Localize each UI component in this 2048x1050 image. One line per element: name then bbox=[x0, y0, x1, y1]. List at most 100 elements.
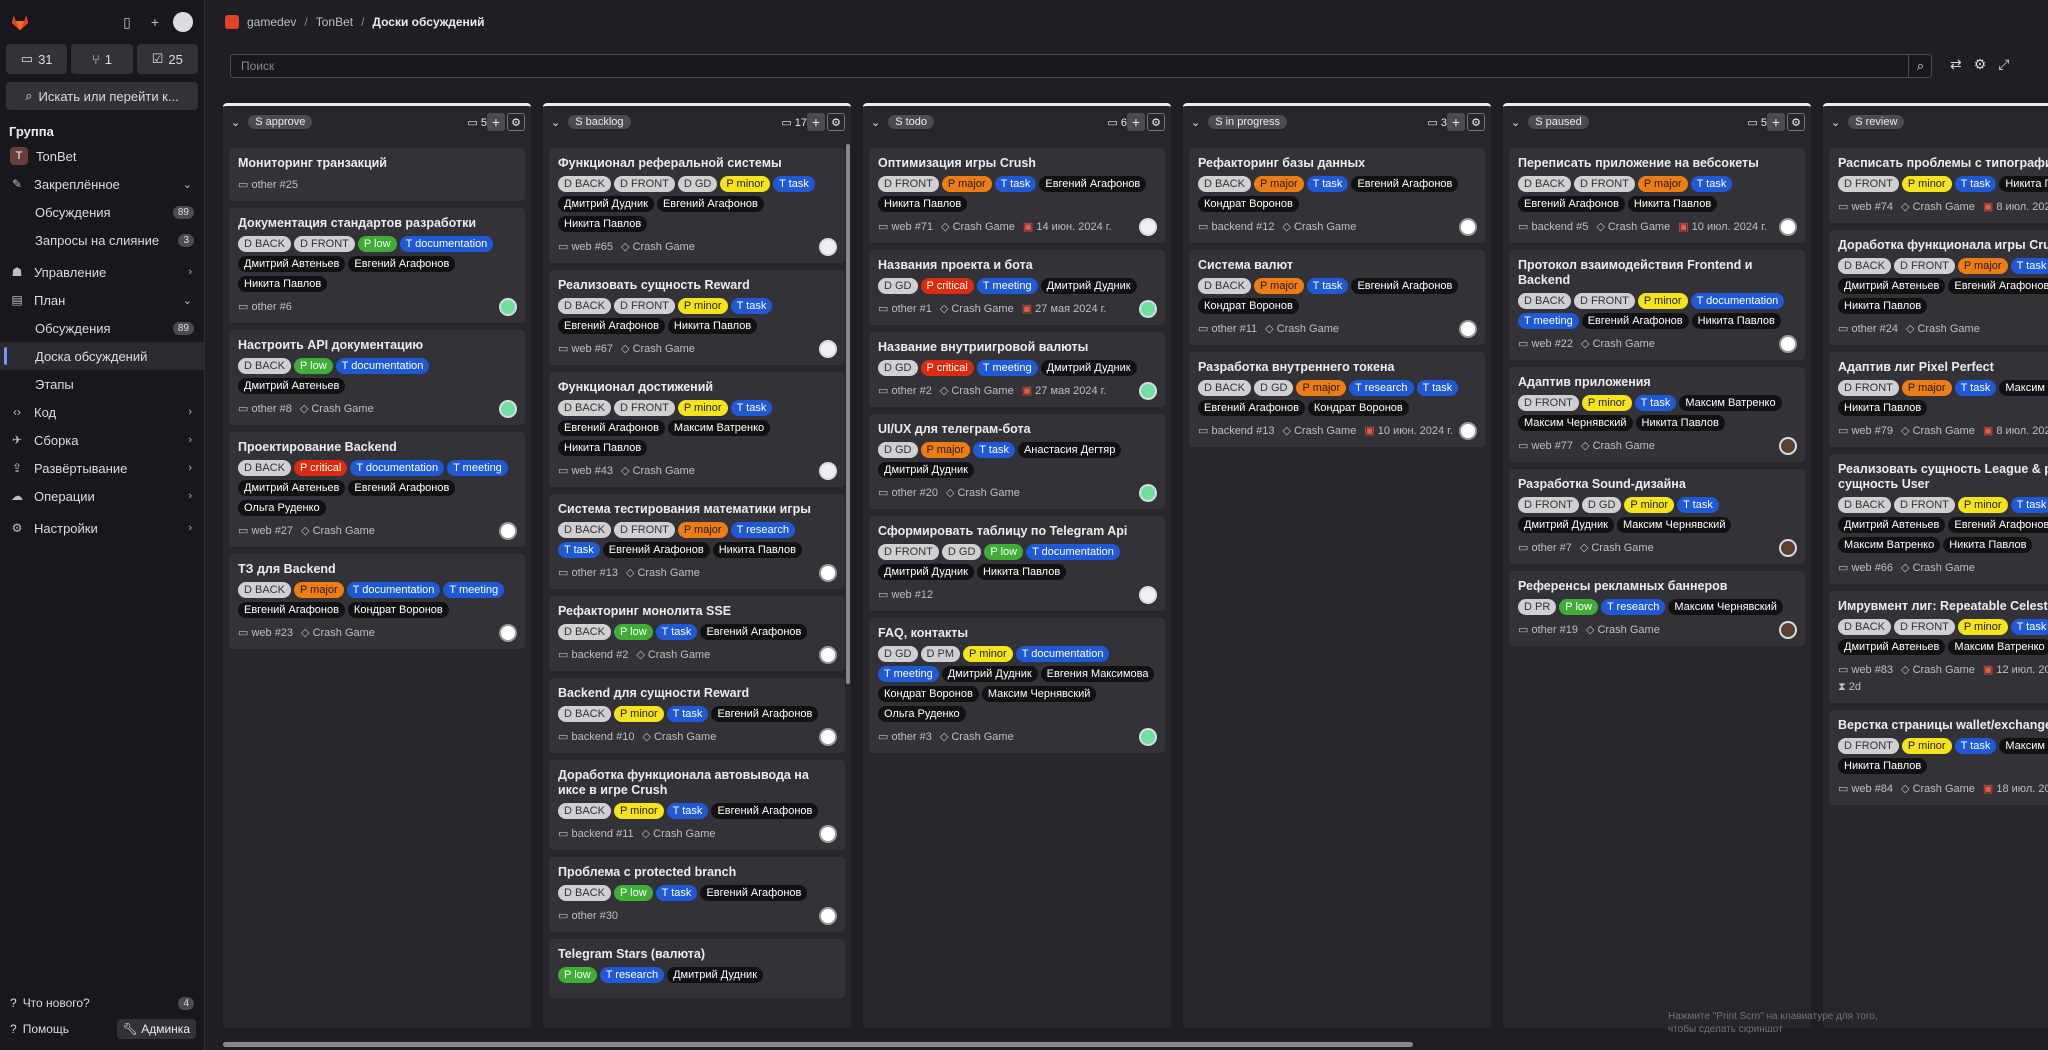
label-badge[interactable]: T task bbox=[666, 803, 709, 819]
label-badge[interactable]: D FRONT bbox=[613, 522, 675, 538]
create-new-icon[interactable]: + bbox=[144, 11, 166, 33]
filter-search-input[interactable]: Поиск bbox=[230, 54, 1932, 78]
label-badge[interactable]: T research bbox=[1349, 380, 1414, 396]
card-title[interactable]: Название внутриигровой валюты bbox=[878, 340, 1156, 355]
label-badge[interactable]: D GD bbox=[878, 646, 918, 662]
add-issue-button[interactable]: + bbox=[807, 113, 825, 131]
sidebar-item-deploy[interactable]: ⇪ Развёртывание › bbox=[0, 454, 204, 482]
label-badge[interactable]: P minor bbox=[1624, 497, 1675, 513]
assignee-chip[interactable]: Никита Павлов bbox=[1999, 176, 2048, 192]
assignee-chip[interactable]: Дмитрий Автеньев bbox=[238, 480, 346, 496]
issue-card[interactable]: Функционал реферальной системы D BACK D FR… bbox=[549, 148, 845, 263]
assignee-chip[interactable]: Никита Павлов bbox=[1635, 415, 1725, 431]
card-title[interactable]: Настроить API документацию bbox=[238, 338, 516, 353]
issue-card[interactable]: Адаптив приложения D FRONT P minor T task Ма… bbox=[1509, 367, 1805, 462]
chevron-down-icon[interactable]: ⌄ bbox=[551, 116, 560, 129]
assignee-avatar[interactable] bbox=[819, 564, 837, 582]
help-link[interactable]: ? Помощь 🔧︎ Админка bbox=[0, 1016, 204, 1042]
column-settings-icon[interactable]: ⚙ bbox=[1467, 113, 1485, 131]
assignee-chip[interactable]: Кондрат Воронов bbox=[347, 602, 449, 618]
sidebar-item-milestones[interactable]: Этапы bbox=[0, 370, 204, 398]
assignee-chip[interactable]: Никита Павлов bbox=[1691, 313, 1781, 329]
assignee-chip[interactable]: Ольга Руденко bbox=[238, 500, 326, 516]
label-badge[interactable]: T task bbox=[994, 176, 1037, 192]
issue-card[interactable]: Протокол взаимодействия Frontend и Backe… bbox=[1509, 250, 1805, 360]
label-badge[interactable]: D FRONT bbox=[878, 176, 939, 192]
label-badge[interactable]: D BACK bbox=[558, 298, 611, 314]
sidebar-item-pinned[interactable]: ✎ Закреплённое ⌄ bbox=[0, 170, 204, 198]
assignee-avatar[interactable] bbox=[1459, 218, 1477, 236]
label-badge[interactable]: P minor bbox=[1637, 293, 1688, 309]
issue-card[interactable]: Настроить API документацию D BACK P low T d… bbox=[229, 330, 525, 425]
assignee-chip[interactable]: Максим Ватренко bbox=[1679, 395, 1782, 411]
label-badge[interactable]: P minor bbox=[613, 706, 664, 722]
label-badge[interactable]: T task bbox=[1416, 380, 1459, 396]
card-title[interactable]: Оптимизация игры Crush bbox=[878, 156, 1156, 171]
label-badge[interactable]: D FRONT bbox=[613, 400, 675, 416]
mrs-count-button[interactable]: ⑂ 1 bbox=[71, 44, 133, 74]
card-title[interactable]: Система тестирования математики игры bbox=[558, 502, 836, 517]
issue-card[interactable]: Доработка функционала игры Crush D BACK D … bbox=[1829, 230, 2048, 345]
issue-card[interactable]: Сформировать таблицу по Telegram Api D FR… bbox=[869, 516, 1165, 611]
assignee-chip[interactable]: Дмитрий Автеньев bbox=[1838, 278, 1946, 294]
card-title[interactable]: Проектирование Backend bbox=[238, 440, 516, 455]
issue-card[interactable]: Backend для сущности Reward D BACK P minor… bbox=[549, 678, 845, 753]
card-title[interactable]: Имрувмент лиг: Repeatable Celestial bbox=[1838, 599, 2048, 614]
assignee-chip[interactable]: Дмитрий Дудник bbox=[878, 462, 974, 478]
add-issue-button[interactable]: + bbox=[1127, 113, 1145, 131]
assignee-chip[interactable]: Евгений Агафонов bbox=[1351, 278, 1459, 294]
card-title[interactable]: Доработка функционала игры Crush bbox=[1838, 238, 2048, 253]
label-badge[interactable]: D BACK bbox=[1198, 380, 1251, 396]
label-badge[interactable]: P low bbox=[558, 967, 597, 983]
issue-card[interactable]: Реализовать сущность League & рассчёт су… bbox=[1829, 454, 2048, 584]
label-badge[interactable]: D BACK bbox=[238, 460, 291, 476]
board-settings-icon[interactable]: ⚙ bbox=[1974, 56, 1987, 73]
card-title[interactable]: Расписать проблемы с типографикой bbox=[1838, 156, 2048, 171]
label-badge[interactable]: D GD bbox=[1253, 380, 1294, 396]
card-title[interactable]: Переписать приложение на вебсокеты bbox=[1518, 156, 1796, 171]
label-badge[interactable]: P low bbox=[1559, 599, 1598, 615]
issue-card[interactable]: Разработка внутреннего токена D BACK D GD P… bbox=[1189, 352, 1485, 447]
label-badge[interactable]: D BACK bbox=[238, 236, 291, 252]
assignee-chip[interactable]: Кондрат Воронов bbox=[1198, 298, 1299, 314]
assignee-chip[interactable]: Евгений Агафонов bbox=[656, 196, 764, 212]
issue-card[interactable]: Telegram Stars (валюта) P low T research Дм… bbox=[549, 939, 845, 998]
label-badge[interactable]: T task bbox=[558, 542, 600, 558]
assignee-avatar[interactable] bbox=[819, 728, 837, 746]
label-badge[interactable]: D BACK bbox=[1838, 497, 1891, 513]
assignee-avatar[interactable] bbox=[499, 298, 517, 316]
assignee-chip[interactable]: Максим Ватренко bbox=[1838, 537, 1941, 553]
label-badge[interactable]: T task bbox=[730, 298, 773, 314]
assignee-avatar[interactable] bbox=[819, 825, 837, 843]
assignee-chip[interactable]: Дмитрий Дудник bbox=[1040, 360, 1137, 376]
assignee-chip[interactable]: Дмитрий Автеньев bbox=[238, 256, 346, 272]
assignee-chip[interactable]: Никита Павлов bbox=[1838, 400, 1928, 416]
assignee-chip[interactable]: Никита Павлов bbox=[1838, 298, 1928, 314]
label-badge[interactable]: P minor bbox=[720, 176, 771, 192]
assignee-chip[interactable]: Максим Ватренко bbox=[667, 420, 771, 436]
label-badge[interactable]: T task bbox=[2010, 258, 2048, 274]
assignee-avatar[interactable] bbox=[499, 522, 517, 540]
assignee-chip[interactable]: Евгений Агафонов bbox=[1948, 278, 2048, 294]
label-badge[interactable]: P minor bbox=[677, 400, 728, 416]
chevron-down-icon[interactable]: ⌄ bbox=[1831, 116, 1840, 129]
assignee-chip[interactable]: Дмитрий Дудник bbox=[878, 564, 974, 580]
label-badge[interactable]: P minor bbox=[613, 803, 664, 819]
card-title[interactable]: Мониторинг транзакций bbox=[238, 156, 516, 171]
label-badge[interactable]: T documentation bbox=[1026, 544, 1120, 560]
label-badge[interactable]: D BACK bbox=[1518, 176, 1571, 192]
card-title[interactable]: FAQ, контакты bbox=[878, 626, 1156, 641]
assignee-chip[interactable]: Никита Павлов bbox=[1627, 196, 1718, 212]
breadcrumb-current[interactable]: Доски обсуждений bbox=[372, 15, 484, 29]
assignee-chip[interactable]: Максим Ватренко bbox=[1999, 380, 2048, 396]
label-badge[interactable]: T task bbox=[2010, 619, 2048, 635]
label-badge[interactable]: T meeting bbox=[447, 460, 508, 476]
label-badge[interactable]: P low bbox=[613, 624, 653, 640]
assignee-chip[interactable]: Ольга Руденко bbox=[878, 706, 966, 722]
card-title[interactable]: Референсы рекламных баннеров bbox=[1518, 579, 1796, 594]
label-badge[interactable]: T task bbox=[1690, 176, 1733, 192]
assignee-chip[interactable]: Евгений Агафонов bbox=[1351, 176, 1459, 192]
label-badge[interactable]: T task bbox=[655, 885, 698, 901]
label-badge[interactable]: D FRONT bbox=[613, 298, 675, 314]
swimlanes-icon[interactable]: ⇄ bbox=[1950, 56, 1962, 73]
